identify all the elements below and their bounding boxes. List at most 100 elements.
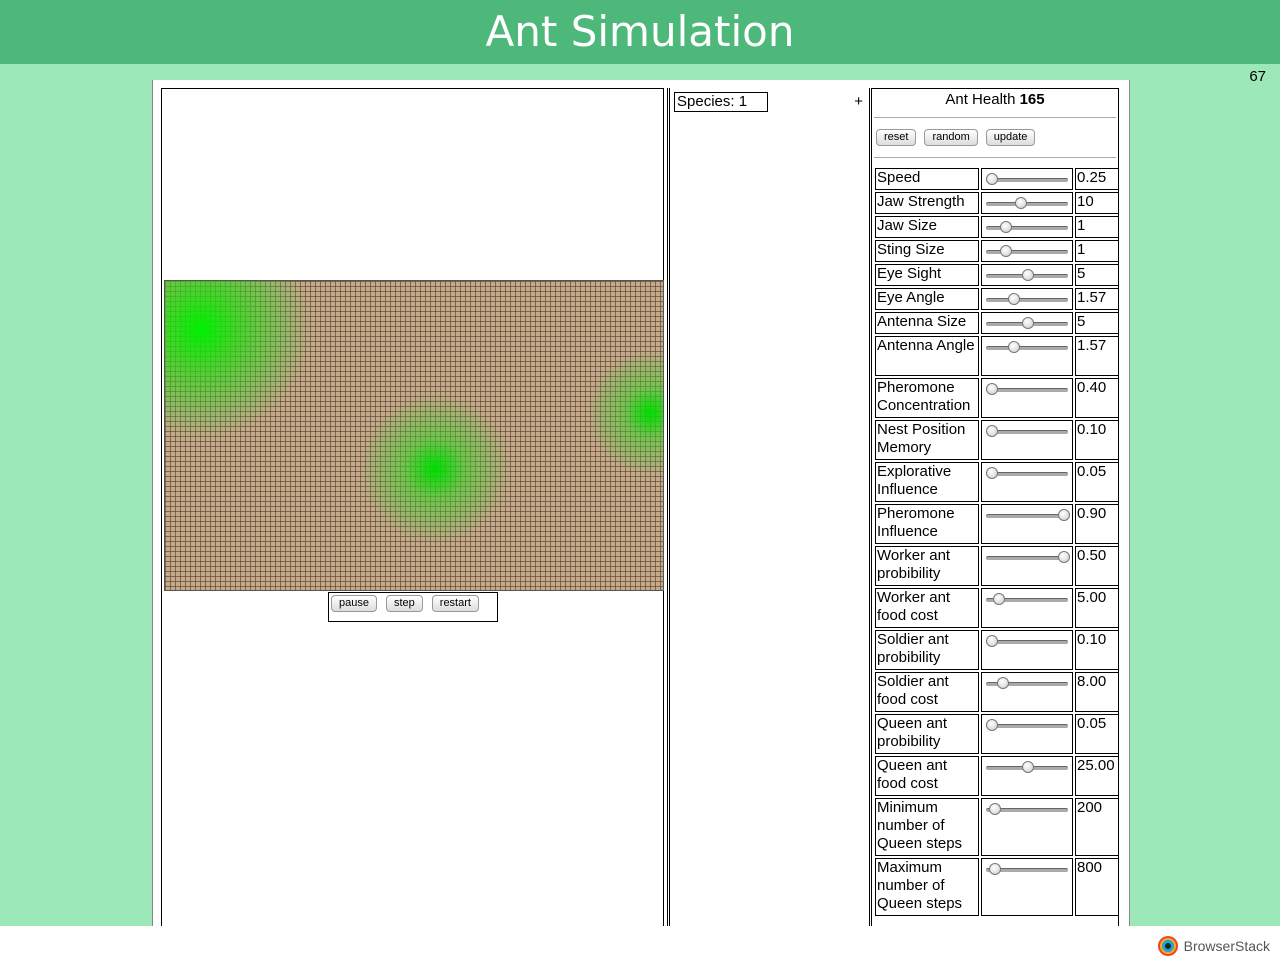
parameter-slider[interactable]	[981, 168, 1073, 190]
random-button[interactable]: random	[924, 129, 978, 146]
parameter-slider[interactable]	[981, 462, 1073, 502]
parameter-label: Soldier ant probibility	[875, 630, 979, 670]
slider-thumb[interactable]	[1022, 317, 1034, 329]
parameter-slider[interactable]	[981, 192, 1073, 214]
parameter-value-input[interactable]: 1.57	[1075, 288, 1119, 310]
parameter-label: Queen ant food cost	[875, 756, 979, 796]
slider-thumb[interactable]	[986, 467, 998, 479]
species-item[interactable]: Species: 1	[674, 92, 768, 112]
simulation-grid-canvas[interactable]	[164, 280, 664, 591]
reset-button[interactable]: reset	[876, 129, 917, 146]
slider-thumb[interactable]	[986, 173, 998, 185]
parameter-slider[interactable]	[981, 378, 1073, 418]
parameter-slider[interactable]	[981, 504, 1073, 544]
parameter-slider[interactable]	[981, 288, 1073, 310]
parameter-slider[interactable]	[981, 630, 1073, 670]
parameter-slider[interactable]	[981, 756, 1073, 796]
step-button[interactable]: step	[385, 595, 423, 612]
parameter-value-input[interactable]: 10	[1075, 192, 1119, 214]
slider-track	[986, 226, 1068, 230]
parameter-label: Eye Sight	[875, 264, 979, 286]
species-column: Species: 1 +	[669, 88, 870, 934]
slider-thumb[interactable]	[1007, 341, 1020, 353]
parameter-value-input[interactable]: 1	[1075, 240, 1119, 262]
slider-thumb[interactable]	[1014, 197, 1027, 209]
slider-thumb[interactable]	[1022, 269, 1034, 281]
parameter-slider[interactable]	[981, 546, 1073, 586]
slider-thumb[interactable]	[1058, 509, 1070, 521]
parameter-label: Pheromone Influence	[875, 504, 979, 544]
parameter-value-input[interactable]: 0.25	[1075, 168, 1119, 190]
settings-buttons: reset random update	[876, 129, 1036, 146]
fps-counter: 67	[1249, 68, 1266, 85]
parameter-value-input[interactable]: 0.40	[1075, 378, 1119, 418]
parameter-value-input[interactable]: 8.00	[1075, 672, 1119, 712]
parameter-slider[interactable]	[981, 588, 1073, 628]
slider-track	[986, 514, 1068, 518]
parameter-row: Soldier ant probibility 0.10	[875, 630, 1119, 670]
parameter-slider[interactable]	[981, 420, 1073, 460]
parameter-slider[interactable]	[981, 312, 1073, 334]
parameter-value-input[interactable]: 5	[1075, 312, 1119, 334]
parameter-value-input[interactable]: 5.00	[1075, 588, 1119, 628]
update-button[interactable]: update	[985, 129, 1036, 146]
parameter-label: Worker ant food cost	[875, 588, 979, 628]
slider-thumb[interactable]	[986, 635, 998, 647]
parameter-row: Eye Sight 5	[875, 264, 1119, 286]
parameter-value-input[interactable]: 0.05	[1075, 462, 1119, 502]
slider-thumb[interactable]	[988, 803, 1001, 815]
parameter-value-input[interactable]: 0.05	[1075, 714, 1119, 754]
parameter-value-input[interactable]: 0.90	[1075, 504, 1119, 544]
slider-thumb[interactable]	[988, 863, 1001, 875]
parameter-row: Jaw Size 1	[875, 216, 1119, 238]
parameter-label: Antenna Angle	[875, 336, 979, 376]
parameter-label: Pheromone Concentration	[875, 378, 979, 418]
parameter-row: Sting Size 1	[875, 240, 1119, 262]
slider-track	[986, 724, 1068, 728]
ant-health-value: 165	[1019, 91, 1045, 108]
slider-thumb[interactable]	[1022, 761, 1034, 773]
slider-thumb[interactable]	[1000, 245, 1013, 257]
slider-thumb[interactable]	[1007, 293, 1020, 305]
parameter-row: Speed 0.25	[875, 168, 1119, 190]
slider-thumb[interactable]	[986, 425, 998, 437]
restart-button[interactable]: restart	[431, 595, 479, 612]
slider-thumb[interactable]	[1058, 551, 1070, 563]
parameter-slider[interactable]	[981, 216, 1073, 238]
slider-thumb[interactable]	[986, 719, 998, 731]
slider-thumb[interactable]	[1000, 221, 1013, 233]
parameter-value-input[interactable]: 1	[1075, 216, 1119, 238]
simulation-controls: pause step restart	[328, 592, 498, 622]
parameter-row: Nest Position Memory 0.10	[875, 420, 1119, 460]
parameter-slider[interactable]	[981, 672, 1073, 712]
parameter-slider[interactable]	[981, 798, 1073, 856]
slider-thumb[interactable]	[993, 593, 1006, 605]
parameter-value-input[interactable]: 5	[1075, 264, 1119, 286]
parameter-value-input[interactable]: 25.00	[1075, 756, 1119, 796]
parameter-value-input[interactable]: 800	[1075, 858, 1119, 916]
parameter-row: Antenna Size 5	[875, 312, 1119, 334]
parameter-row: Antenna Angle 1.57	[875, 336, 1119, 376]
slider-thumb[interactable]	[996, 677, 1009, 689]
add-species-button[interactable]: +	[854, 93, 863, 110]
parameter-label: Worker ant probibility	[875, 546, 979, 586]
slider-track	[986, 472, 1068, 476]
parameter-value-input[interactable]: 0.10	[1075, 420, 1119, 460]
parameter-slider[interactable]	[981, 858, 1073, 916]
parameter-label: Eye Angle	[875, 288, 979, 310]
parameter-label: Minimum number of Queen steps	[875, 798, 979, 856]
parameter-slider[interactable]	[981, 264, 1073, 286]
slider-thumb[interactable]	[986, 383, 998, 395]
parameter-label: Jaw Size	[875, 216, 979, 238]
parameter-slider[interactable]	[981, 336, 1073, 376]
parameter-slider[interactable]	[981, 714, 1073, 754]
parameter-row: Pheromone Influence 0.90	[875, 504, 1119, 544]
parameter-value-input[interactable]: 200	[1075, 798, 1119, 856]
parameter-value-input[interactable]: 1.57	[1075, 336, 1119, 376]
parameter-label: Sting Size	[875, 240, 979, 262]
parameter-row: Pheromone Concentration 0.40	[875, 378, 1119, 418]
pause-button[interactable]: pause	[331, 595, 377, 612]
parameter-slider[interactable]	[981, 240, 1073, 262]
parameter-value-input[interactable]: 0.50	[1075, 546, 1119, 586]
parameter-value-input[interactable]: 0.10	[1075, 630, 1119, 670]
